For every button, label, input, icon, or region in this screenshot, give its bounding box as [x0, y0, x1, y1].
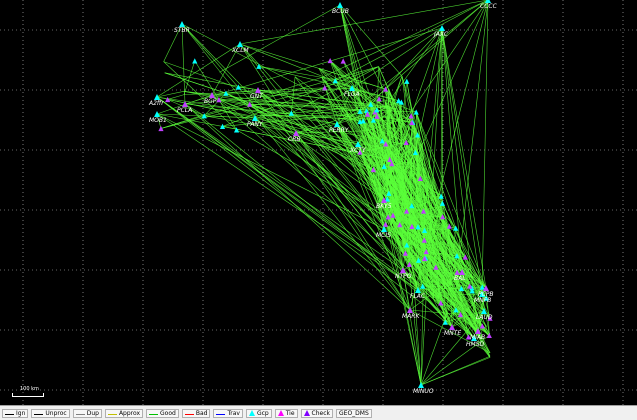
legend-triangle-icon — [277, 410, 284, 416]
legend-label: Ign — [16, 409, 26, 417]
legend-line-icon — [184, 411, 194, 415]
legend-item-approx[interactable]: Approx — [104, 408, 144, 418]
legend-item-trav[interactable]: Trav — [213, 408, 243, 418]
legend-item-check[interactable]: Check — [300, 408, 334, 418]
legend-label: Good — [160, 409, 176, 417]
legend-triangle-icon — [303, 410, 310, 416]
legend-label: Trav — [227, 409, 240, 417]
legend-label: GEO_DMS — [339, 409, 369, 417]
legend-line-icon — [149, 411, 159, 415]
network-map-canvas[interactable] — [0, 0, 637, 405]
legend-item-gcp[interactable]: Gcp — [245, 408, 272, 418]
legend-line-icon — [75, 411, 85, 415]
legend-label: Bad — [195, 409, 208, 417]
legend-item-good[interactable]: Good — [146, 408, 179, 418]
legend-triangle-icon — [248, 410, 255, 416]
legend-item-unproc[interactable]: Unproc — [31, 408, 70, 418]
network-vectors — [156, 0, 491, 386]
legend-item-bad[interactable]: Bad — [181, 408, 211, 418]
legend-label: Approx — [118, 409, 141, 417]
legend-label: Check — [311, 409, 331, 417]
legend-item-tie[interactable]: Tie — [274, 408, 298, 418]
scale-bar-label: 100 km — [20, 386, 39, 392]
legend-label: Dup — [86, 409, 99, 417]
map-grid — [0, 0, 637, 405]
legend-item-ign[interactable]: Ign — [2, 408, 29, 418]
station-marker-icon[interactable] — [337, 2, 343, 8]
legend-line-icon — [216, 411, 226, 415]
legend-line-icon — [107, 411, 117, 415]
legend-item-dup[interactable]: Dup — [72, 408, 102, 418]
legend-label: Tie — [285, 409, 295, 417]
legend-bar: Ign Unproc Dup Approx Good Bad Trav Gcp Tie Check… — [0, 405, 637, 420]
legend-label: Gcp — [256, 409, 269, 417]
scale-bar — [12, 393, 44, 397]
station-marker-icon[interactable] — [439, 25, 445, 31]
legend-line-icon — [34, 411, 44, 415]
station-marker-icon[interactable] — [179, 21, 185, 27]
legend-label: Unproc — [45, 409, 67, 417]
station-marker-icon[interactable] — [154, 94, 160, 100]
legend-line-icon — [5, 411, 14, 415]
network-map-view[interactable]: STBR XCLM BCUB JAXC CCCC A2ffr MOB1 PCLA BGP PANY… — [0, 0, 637, 405]
legend-item-geo-dms[interactable]: GEO_DMS — [336, 408, 372, 418]
station-marker-icon[interactable] — [237, 41, 243, 47]
